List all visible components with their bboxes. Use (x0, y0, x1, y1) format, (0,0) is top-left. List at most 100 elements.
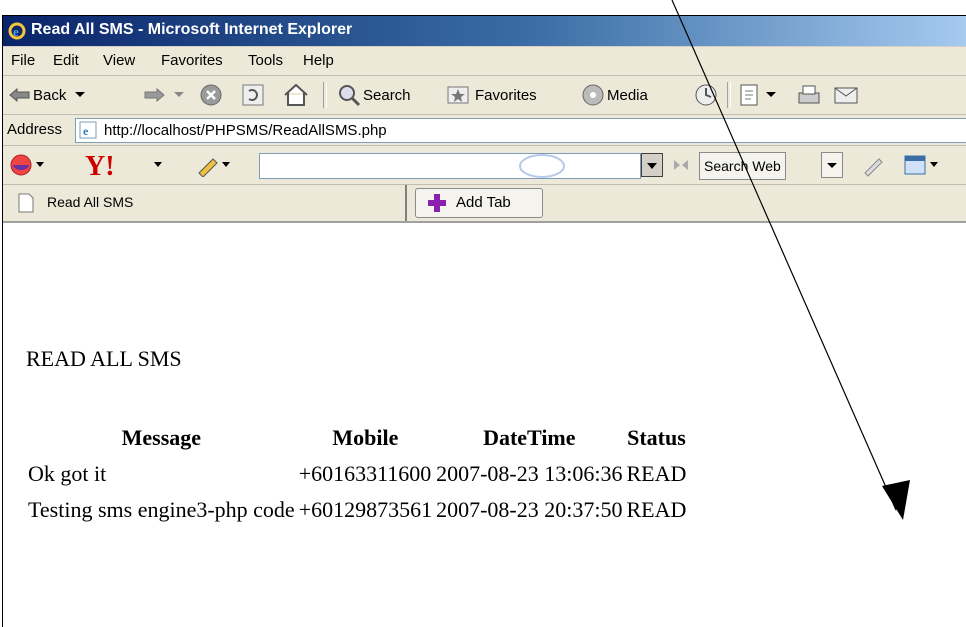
mail-button[interactable] (833, 82, 859, 108)
table-row: Ok got it +60163311600 2007-08-23 13:06:… (26, 456, 688, 492)
chevron-down-icon (222, 162, 230, 167)
search-button[interactable]: Search (337, 82, 411, 108)
window-layout-icon (904, 155, 926, 175)
search-web-button[interactable]: Search Web (699, 152, 786, 180)
window-title: Read All SMS - Microsoft Internet Explor… (31, 21, 353, 38)
svg-text:Y!: Y! (85, 151, 115, 179)
chevron-down-icon (75, 92, 86, 97)
chevron-down-icon (647, 163, 657, 169)
yahoo-globe-icon (10, 154, 32, 176)
pencil-icon (198, 158, 218, 177)
standard-toolbar: Back Search Favorites Media (3, 76, 966, 115)
favorites-button[interactable]: Favorites (447, 82, 537, 108)
address-url: http://localhost/PHPSMS/ReadAllSMS.php (104, 122, 387, 139)
menu-favorites[interactable]: Favorites (161, 52, 223, 69)
search-watermark-icon (519, 154, 565, 178)
print-button[interactable] (795, 82, 823, 108)
blank-page-icon (18, 193, 34, 213)
chevron-down-icon (174, 92, 184, 97)
svg-text:e: e (13, 24, 19, 39)
stop-icon (200, 84, 222, 106)
home-icon (284, 83, 308, 106)
message-cell: Ok got it (28, 461, 107, 486)
yahoo-logo-button[interactable]: Y! (83, 151, 163, 179)
toolbar-separator (323, 82, 327, 108)
status-cell: READ (626, 461, 687, 486)
search-icon (339, 85, 361, 107)
printer-icon (798, 85, 820, 104)
column-header-datetime: DateTime (483, 425, 576, 450)
forward-arrow-icon (144, 88, 165, 102)
column-header-status: Status (627, 425, 686, 450)
tab-read-all-sms[interactable]: Read All SMS (3, 185, 407, 221)
refresh-button[interactable] (241, 82, 265, 108)
yahoo-pencil-button[interactable] (195, 152, 231, 178)
home-button[interactable] (283, 82, 309, 108)
menu-edit[interactable]: Edit (53, 52, 79, 69)
splitter-grip-icon (674, 160, 688, 170)
datetime-cell: 2007-08-23 20:37:50 (436, 497, 623, 522)
mobile-cell: +60129873561 (298, 497, 433, 522)
yahoo-logo-icon: Y! (85, 151, 115, 179)
plus-icon (428, 194, 446, 212)
chevron-down-icon (930, 162, 938, 167)
mail-icon (834, 87, 858, 104)
address-label: Address (7, 121, 63, 138)
stop-button[interactable] (199, 82, 223, 108)
forward-button[interactable] (143, 82, 185, 108)
ie-window: e Read All SMS - Microsoft Internet Expl… (2, 15, 966, 627)
yahoo-search-dropdown[interactable] (641, 153, 663, 177)
chevron-down-icon (827, 163, 837, 168)
table-row: Testing sms engine3-php code +6012987356… (26, 492, 688, 528)
menu-tools[interactable]: Tools (248, 52, 283, 69)
menu-view[interactable]: View (103, 52, 135, 69)
table-header-row: Message Mobile DateTime Status (26, 420, 688, 456)
search-web-dropdown[interactable] (821, 152, 843, 178)
search-label: Search (363, 86, 411, 104)
favorites-star-icon (447, 86, 469, 104)
status-cell: READ (626, 497, 687, 522)
sms-table: Message Mobile DateTime Status Ok got it… (26, 420, 688, 528)
add-tab-label: Add Tab (456, 194, 511, 211)
menu-help[interactable]: Help (303, 52, 334, 69)
history-clock-icon (695, 84, 717, 106)
highlight-button[interactable] (861, 152, 885, 178)
history-button[interactable] (693, 82, 719, 108)
window-layout-button[interactable] (903, 152, 939, 178)
message-cell: Testing sms engine3-php code (28, 497, 295, 522)
back-label: Back (33, 86, 67, 104)
address-bar: Address e http://localhost/PHPSMS/ReadAl… (3, 115, 966, 146)
ie-page-icon: e (79, 121, 97, 139)
chevron-down-icon (36, 162, 44, 167)
toolbar-separator (727, 82, 731, 108)
highlighter-icon (864, 158, 883, 177)
back-button[interactable]: Back (9, 82, 86, 108)
chevron-down-icon (766, 92, 776, 97)
title-bar[interactable]: e Read All SMS - Microsoft Internet Expl… (3, 16, 966, 46)
edit-page-icon (740, 84, 758, 106)
menu-bar: File Edit View Favorites Tools Help (3, 47, 966, 76)
column-header-mobile: Mobile (332, 425, 399, 450)
menu-file[interactable]: File (11, 52, 35, 69)
address-input[interactable]: e http://localhost/PHPSMS/ReadAllSMS.php (75, 118, 966, 143)
back-arrow-icon (9, 88, 30, 102)
media-icon (582, 84, 604, 106)
tab-label: Read All SMS (47, 194, 134, 210)
add-tab-button[interactable]: Add Tab (415, 188, 543, 218)
page-title: READ ALL SMS (26, 346, 182, 371)
edit-page-button[interactable] (739, 82, 777, 108)
yahoo-toolbar: Y! Search Web (3, 146, 966, 185)
favorites-label: Favorites (475, 86, 537, 104)
chevron-down-icon (154, 162, 162, 167)
annotation-caption-strip (0, 0, 966, 12)
datetime-cell: 2007-08-23 13:06:36 (436, 461, 623, 486)
yahoo-search-input[interactable] (259, 153, 641, 179)
refresh-icon (242, 84, 264, 106)
column-header-message: Message (121, 425, 202, 450)
media-button[interactable]: Media (581, 82, 648, 108)
svg-text:e: e (83, 124, 89, 138)
media-label: Media (607, 86, 648, 104)
tabs-bar: Read All SMS Add Tab (3, 185, 966, 223)
mobile-cell: +60163311600 (298, 461, 432, 486)
yahoo-menu-button[interactable] (9, 152, 45, 178)
